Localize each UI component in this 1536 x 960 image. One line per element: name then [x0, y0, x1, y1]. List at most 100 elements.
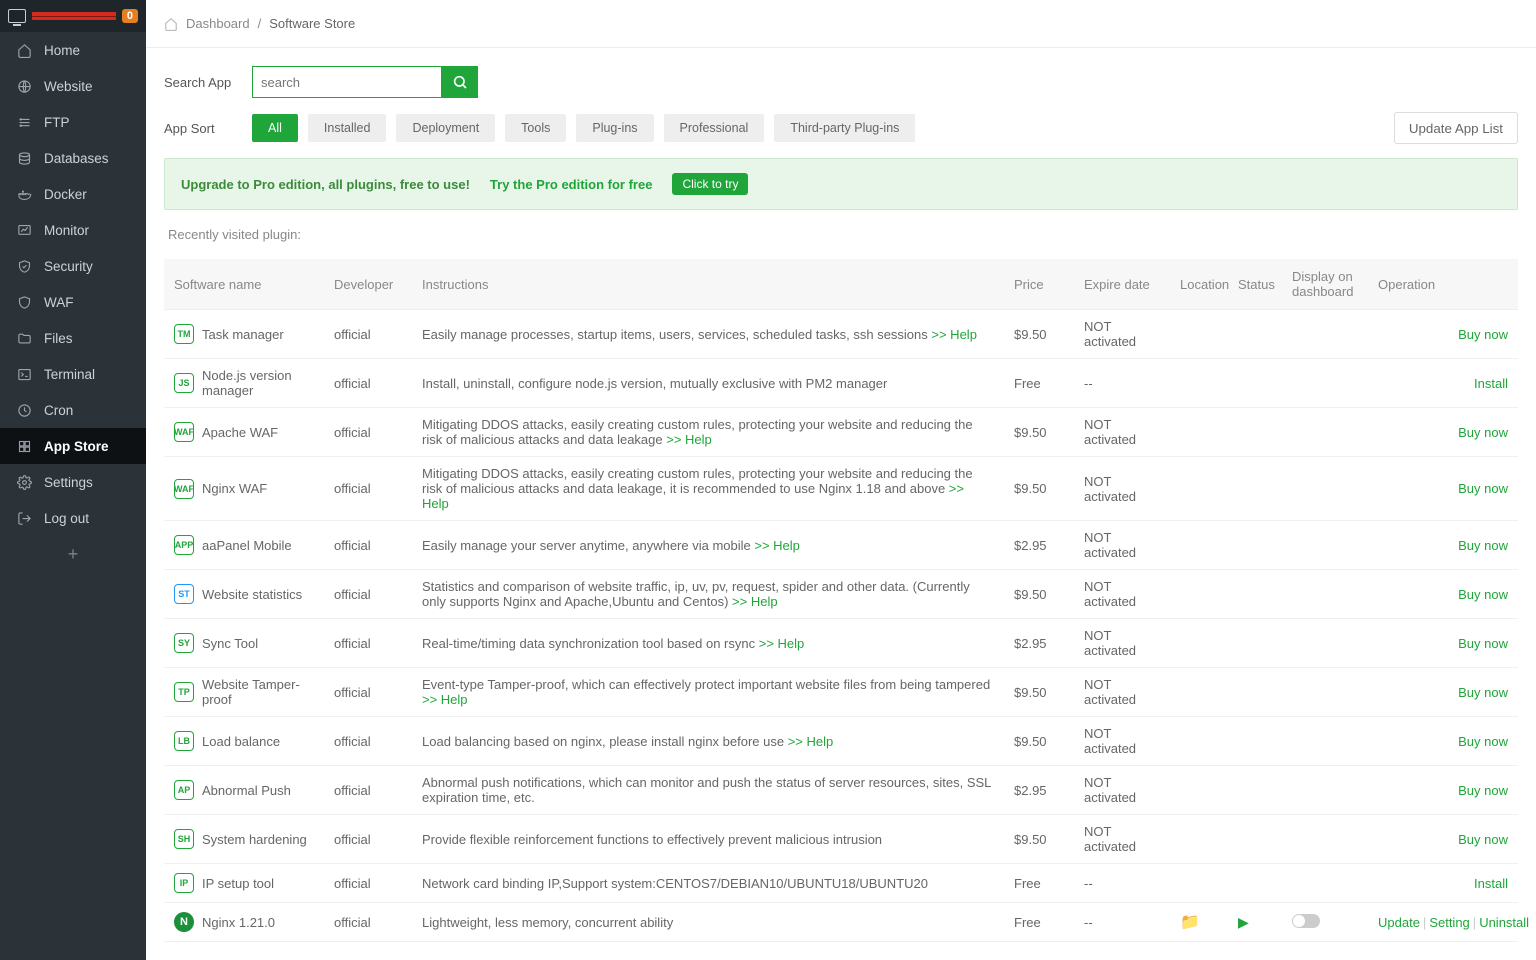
nav-item-home[interactable]: Home: [0, 32, 146, 68]
instructions: Lightweight, less memory, concurrent abi…: [412, 903, 1004, 942]
nav-item-files[interactable]: Files: [0, 320, 146, 356]
sort-label: App Sort: [164, 121, 234, 136]
sort-btn-plug-ins[interactable]: Plug-ins: [576, 114, 653, 142]
nav-item-docker[interactable]: Docker: [0, 176, 146, 212]
help-link[interactable]: >> Help: [788, 734, 834, 749]
search-input[interactable]: [252, 66, 442, 98]
table-row: WAF Nginx WAF official Mitigating DDOS a…: [164, 457, 1518, 521]
th-price: Price: [1004, 259, 1074, 310]
help-link[interactable]: >> Help: [759, 636, 805, 651]
display: [1282, 521, 1368, 570]
folder-icon[interactable]: 📁: [1180, 914, 1200, 931]
help-link[interactable]: >> Help: [931, 327, 977, 342]
status: [1228, 457, 1282, 521]
install-link[interactable]: Install: [1474, 876, 1508, 891]
nav-item-log-out[interactable]: Log out: [0, 500, 146, 536]
add-menu-button[interactable]: +: [0, 536, 146, 572]
uninstall-link[interactable]: Uninstall: [1479, 915, 1529, 930]
software-name[interactable]: Nginx WAF: [192, 457, 324, 521]
update-link[interactable]: Update: [1378, 915, 1420, 930]
location: [1170, 310, 1228, 359]
operation: Buy now: [1368, 457, 1518, 521]
nav-item-security[interactable]: Security: [0, 248, 146, 284]
software-name[interactable]: Load balance: [192, 717, 324, 766]
nav-item-ftp[interactable]: FTP: [0, 104, 146, 140]
run-icon[interactable]: ▶: [1238, 914, 1249, 930]
software-name[interactable]: aaPanel Mobile: [192, 521, 324, 570]
buy-link[interactable]: Buy now: [1458, 327, 1508, 342]
setting-link[interactable]: Setting: [1429, 915, 1469, 930]
table-row: IP IP setup tool official Network card b…: [164, 864, 1518, 903]
help-link[interactable]: >> Help: [422, 692, 468, 707]
buy-link[interactable]: Buy now: [1458, 636, 1508, 651]
nav-item-waf[interactable]: WAF: [0, 284, 146, 320]
display: [1282, 864, 1368, 903]
th-display: Display on dashboard: [1282, 259, 1368, 310]
buy-link[interactable]: Buy now: [1458, 538, 1508, 553]
notification-badge[interactable]: 0: [122, 9, 138, 23]
nav-item-monitor[interactable]: Monitor: [0, 212, 146, 248]
instructions: Easily manage your server anytime, anywh…: [412, 521, 1004, 570]
buy-link[interactable]: Buy now: [1458, 783, 1508, 798]
software-name[interactable]: Abnormal Push: [192, 766, 324, 815]
nav-label: Monitor: [44, 223, 89, 238]
nav-item-website[interactable]: Website: [0, 68, 146, 104]
display: [1282, 668, 1368, 717]
help-link[interactable]: >> Help: [732, 594, 778, 609]
expire: NOT activated: [1074, 668, 1170, 717]
software-name[interactable]: Nginx 1.21.0: [192, 903, 324, 942]
software-name[interactable]: Task manager: [192, 310, 324, 359]
waf-icon: [16, 294, 32, 310]
help-link[interactable]: >> Help: [754, 538, 800, 553]
software-name[interactable]: Apache WAF: [192, 408, 324, 457]
software-name[interactable]: Node.js version manager: [192, 359, 324, 408]
try-pro-link[interactable]: Try the Pro edition for free: [490, 177, 653, 192]
software-name[interactable]: Website Tamper-proof: [192, 668, 324, 717]
nav-item-settings[interactable]: Settings: [0, 464, 146, 500]
sort-buttons: All Installed Deployment Tools Plug-ins Profe…: [252, 114, 915, 142]
buy-link[interactable]: Buy now: [1458, 481, 1508, 496]
sort-btn-all[interactable]: All: [252, 114, 298, 142]
buy-link[interactable]: Buy now: [1458, 685, 1508, 700]
sort-btn-third-party-plug-ins[interactable]: Third-party Plug-ins: [774, 114, 915, 142]
breadcrumb-dashboard[interactable]: Dashboard: [186, 16, 250, 31]
database-icon: [16, 150, 32, 166]
app-icon: AP: [174, 780, 194, 800]
sort-btn-tools[interactable]: Tools: [505, 114, 566, 142]
buy-link[interactable]: Buy now: [1458, 832, 1508, 847]
buy-link[interactable]: Buy now: [1458, 587, 1508, 602]
help-link[interactable]: >> Help: [666, 432, 712, 447]
nav-item-app-store[interactable]: App Store: [0, 428, 146, 464]
software-name[interactable]: Website statistics: [192, 570, 324, 619]
nav-item-cron[interactable]: Cron: [0, 392, 146, 428]
location: [1170, 408, 1228, 457]
display: [1282, 717, 1368, 766]
nav-item-databases[interactable]: Databases: [0, 140, 146, 176]
nav-item-terminal[interactable]: Terminal: [0, 356, 146, 392]
price: $9.50: [1004, 717, 1074, 766]
software-name[interactable]: IP setup tool: [192, 864, 324, 903]
display-toggle[interactable]: [1292, 914, 1320, 928]
th-instr: Instructions: [412, 259, 1004, 310]
nav-label: WAF: [44, 295, 74, 310]
app-icon: WAF: [174, 479, 194, 499]
recent-label: Recently visited plugin:: [164, 224, 1518, 245]
th-name: Software name: [164, 259, 324, 310]
table-row: APP aaPanel Mobile official Easily manag…: [164, 521, 1518, 570]
sort-btn-professional[interactable]: Professional: [664, 114, 765, 142]
sort-btn-deployment[interactable]: Deployment: [396, 114, 495, 142]
help-link[interactable]: >> Help: [422, 481, 964, 511]
buy-link[interactable]: Buy now: [1458, 734, 1508, 749]
upgrade-banner: Upgrade to Pro edition, all plugins, fre…: [164, 158, 1518, 210]
search-button[interactable]: [442, 66, 478, 98]
install-link[interactable]: Install: [1474, 376, 1508, 391]
click-to-try-button[interactable]: Click to try: [672, 173, 748, 195]
sort-btn-installed[interactable]: Installed: [308, 114, 387, 142]
developer: official: [324, 457, 412, 521]
update-app-list-button[interactable]: Update App List: [1394, 112, 1518, 144]
display: [1282, 359, 1368, 408]
buy-link[interactable]: Buy now: [1458, 425, 1508, 440]
software-name[interactable]: System hardening: [192, 815, 324, 864]
software-name[interactable]: Sync Tool: [192, 619, 324, 668]
expire: NOT activated: [1074, 457, 1170, 521]
